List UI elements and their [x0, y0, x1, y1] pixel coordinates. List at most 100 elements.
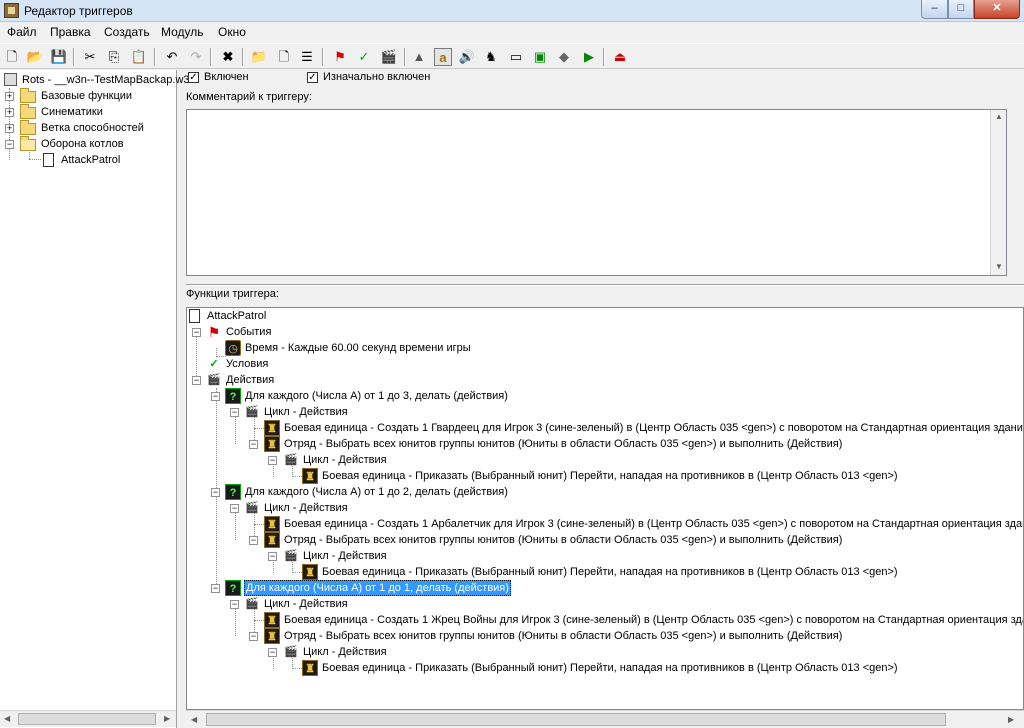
menu-file[interactable]: Файл — [7, 25, 37, 39]
expand-icon[interactable]: + — [5, 108, 14, 117]
collapse-icon[interactable]: − — [230, 504, 239, 513]
collapse-icon[interactable]: − — [249, 536, 258, 545]
tree-trigger-attackpatrol[interactable]: AttackPatrol — [0, 152, 177, 168]
maximize-button[interactable]: □ — [948, 0, 974, 19]
sound-editor-icon[interactable]: 🔊 — [458, 48, 476, 66]
new-category-icon[interactable]: 📁 — [250, 48, 268, 66]
tree-horizontal-scrollbar[interactable]: ◀ ▶ — [0, 710, 176, 727]
trigger-editor-icon[interactable]: a — [434, 48, 452, 66]
redo-icon[interactable]: ↷ — [187, 48, 205, 66]
unit-icon: ♜ — [302, 660, 318, 676]
scroll-right-icon[interactable]: ▶ — [1008, 715, 1014, 724]
tree-line — [254, 620, 264, 621]
unit-group-label: Отряд - Выбрать всех юнитов группы юнито… — [284, 438, 843, 450]
collapse-icon[interactable]: − — [192, 376, 201, 385]
menu-module[interactable]: Модуль — [161, 25, 204, 39]
comment-textarea[interactable]: ▲ ▼ — [186, 109, 1007, 276]
undo-icon[interactable]: ↶ — [163, 48, 181, 66]
loop-body-label: Цикл - Действия — [264, 406, 348, 418]
comment-label: Комментарий к триггеру: — [186, 91, 312, 103]
menu-edit[interactable]: Правка — [50, 25, 91, 39]
clapper-icon: 🎬 — [284, 454, 298, 466]
new-icon[interactable]: 🗋 — [3, 48, 21, 66]
delete-icon[interactable]: ✖ — [219, 48, 237, 66]
campaign-editor-icon[interactable]: ▭ — [507, 48, 525, 66]
copy-icon[interactable]: ⎘ — [105, 48, 123, 66]
loop-body-label: Цикл - Действия — [264, 502, 348, 514]
new-trigger-icon[interactable]: 🗋 — [275, 48, 293, 66]
unit-group-label: Отряд - Выбрать всех юнитов группы юнито… — [284, 534, 843, 546]
toolbar-separator — [603, 48, 605, 66]
test-map-icon[interactable]: ▶ — [580, 48, 598, 66]
cut-icon[interactable]: ✂ — [81, 48, 99, 66]
tree-category-base[interactable]: + Базовые функции — [0, 88, 177, 104]
menu-window[interactable]: Окно — [218, 25, 246, 39]
loop-body-label: Цикл - Действия — [303, 454, 387, 466]
open-icon[interactable]: 📂 — [26, 48, 44, 66]
new-comment-icon[interactable]: ☰ — [298, 48, 316, 66]
tree-category-cinematics[interactable]: + Синематики — [0, 104, 177, 120]
scroll-left-icon[interactable]: ◀ — [4, 714, 10, 723]
collapse-icon[interactable]: − — [211, 584, 220, 593]
initially-on-checkbox[interactable]: ✓ — [307, 72, 318, 83]
collapse-icon[interactable]: − — [230, 600, 239, 609]
order-unit-label: Боевая единица - Приказать (Выбранный юн… — [322, 662, 898, 674]
new-action-icon[interactable]: 🎬 — [380, 48, 398, 66]
import-manager-icon[interactable]: ◆ — [555, 48, 573, 66]
functions-horizontal-scrollbar[interactable]: ◀ ▶ — [186, 710, 1024, 728]
collapse-icon[interactable]: − — [192, 328, 201, 337]
menu-create[interactable]: Создать — [104, 25, 150, 39]
toolbar-separator — [154, 48, 156, 66]
window-title: Редактор триггеров — [24, 4, 133, 18]
events-label: События — [226, 326, 272, 338]
scroll-thumb[interactable] — [18, 713, 156, 725]
expand-icon[interactable]: + — [5, 92, 14, 101]
toolbar-separator — [73, 48, 75, 66]
scroll-down-icon[interactable]: ▼ — [995, 262, 1003, 271]
collapse-icon[interactable]: − — [211, 488, 220, 497]
close-button[interactable]: ✕ — [974, 0, 1020, 19]
paste-icon[interactable]: 📋 — [130, 48, 148, 66]
trigger-editor-window: Редактор триггеров – □ ✕ Файл Правка Соз… — [0, 0, 1024, 728]
scroll-thumb[interactable] — [206, 713, 946, 726]
trigger-functions-tree[interactable]: AttackPatrol − ⚑ События ◷ Время - Кажды… — [186, 307, 1024, 710]
trigger-tree-pane[interactable]: Rots - __w3n--TestMapBackap.w3x + Базовы… — [0, 70, 195, 728]
folder-icon — [20, 88, 36, 103]
splitter[interactable] — [186, 284, 1024, 286]
question-icon: ? — [225, 484, 241, 500]
collapse-icon[interactable]: − — [268, 648, 277, 657]
collapse-icon[interactable]: − — [211, 392, 220, 401]
expand-icon[interactable]: + — [5, 124, 14, 133]
tree-category-defense[interactable]: − Оборона котлов — [0, 136, 177, 152]
loop-label: Для каждого (Числа A) от 1 до 3, делать … — [245, 390, 508, 402]
clapper-icon: 🎬 — [284, 550, 298, 562]
collapse-icon[interactable]: − — [249, 440, 258, 449]
unit-icon: ♜ — [302, 564, 318, 580]
trigger-name-label: AttackPatrol — [207, 310, 267, 322]
exit-icon[interactable]: ⏏ — [611, 48, 629, 66]
collapse-icon[interactable]: − — [230, 408, 239, 417]
order-unit-label: Боевая единица - Приказать (Выбранный юн… — [322, 470, 898, 482]
collapse-icon[interactable]: − — [249, 632, 258, 641]
toolbar: 🗋 📂 💾 ✂ ⎘ 📋 ↶ ↷ ✖ 📁 🗋 ☰ ⚑ ✓ 🎬 ▲ a 🔊 ♞ ▭ … — [0, 43, 1024, 69]
save-icon[interactable]: 💾 — [50, 48, 68, 66]
tree-category-abilities[interactable]: + Ветка способностей — [0, 120, 177, 136]
collapse-icon[interactable]: − — [268, 456, 277, 465]
loop-label: Для каждого (Числа A) от 1 до 2, делать … — [245, 486, 508, 498]
collapse-icon[interactable]: − — [5, 140, 14, 149]
new-condition-icon[interactable]: ✓ — [355, 48, 373, 66]
object-editor-icon[interactable]: ♞ — [482, 48, 500, 66]
enabled-checkbox[interactable]: ✓ — [188, 72, 199, 83]
terrain-editor-icon[interactable]: ▲ — [410, 48, 428, 66]
comment-scrollbar[interactable]: ▲ ▼ — [990, 110, 1006, 275]
collapse-icon[interactable]: − — [268, 552, 277, 561]
minimize-button[interactable]: – — [921, 0, 948, 19]
scroll-left-icon[interactable]: ◀ — [191, 715, 197, 724]
initially-on-label: Изначально включен — [323, 71, 431, 83]
scroll-right-icon[interactable]: ▶ — [164, 714, 170, 723]
new-event-icon[interactable]: ⚑ — [331, 48, 349, 66]
scroll-up-icon[interactable]: ▲ — [995, 112, 1003, 121]
folder-icon — [20, 120, 36, 135]
ai-editor-icon[interactable]: ▣ — [531, 48, 549, 66]
title-bar[interactable]: Редактор триггеров – □ ✕ — [0, 0, 1024, 22]
